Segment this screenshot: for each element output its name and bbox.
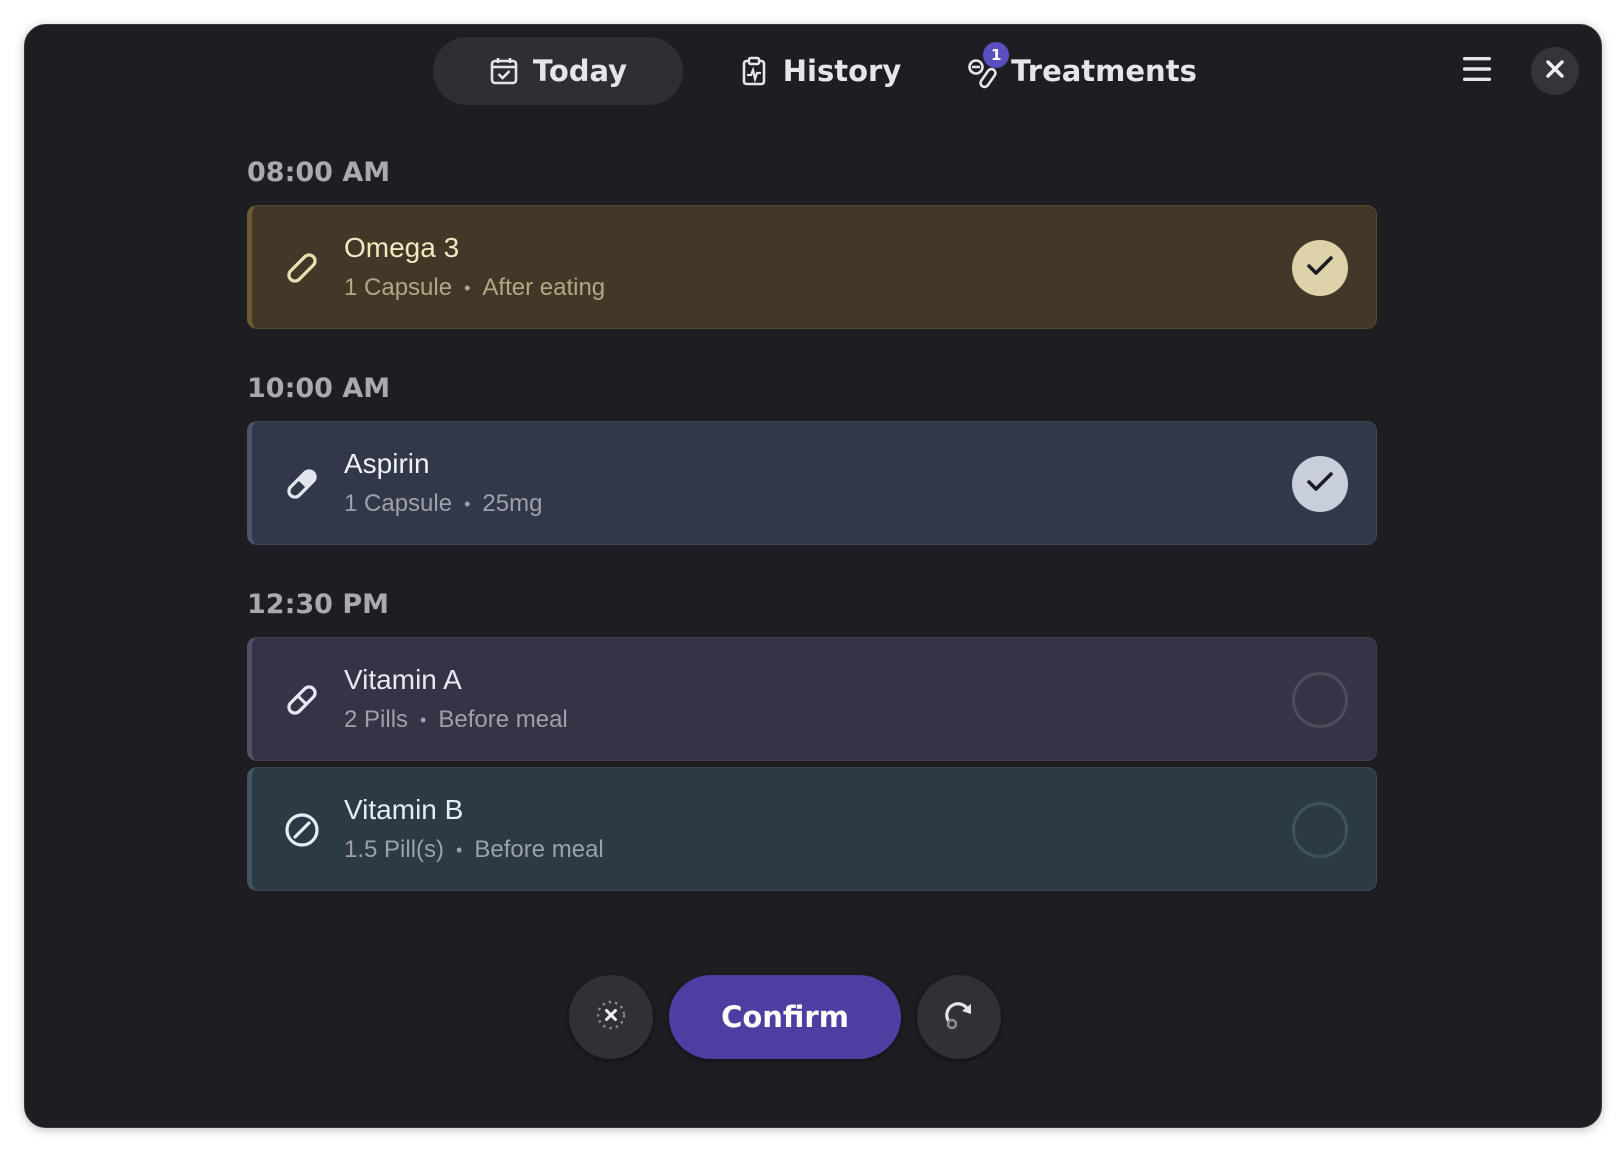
med-amount: 1 Capsule — [344, 274, 453, 301]
pills-icon: 1 — [967, 42, 1010, 89]
med-note: After eating — [482, 274, 606, 301]
calendar-check-icon — [489, 56, 519, 86]
med-name: Vitamin A — [344, 664, 462, 695]
taken-checkbox[interactable] — [1292, 802, 1348, 858]
skip-dose-icon — [594, 998, 628, 1036]
taken-checkbox[interactable] — [1292, 240, 1348, 296]
time-label: 10:00 AM — [247, 373, 391, 404]
taken-checkbox[interactable] — [1292, 456, 1348, 512]
checkmark-icon — [1306, 255, 1334, 281]
skip-button[interactable] — [569, 975, 653, 1059]
separator-dot: • — [464, 493, 471, 514]
tab-history-label: History — [782, 54, 902, 88]
tab-today-label: Today — [532, 54, 628, 88]
menu-button[interactable] — [1453, 47, 1501, 95]
med-card-aspirin[interactable]: Aspirin 1 Capsule • 25mg — [247, 421, 1377, 545]
med-amount: 1 Capsule — [344, 490, 453, 517]
close-icon — [1546, 60, 1564, 82]
med-details: 1 Capsule • After eating — [344, 274, 605, 302]
tab-treatments-label: Treatments — [1011, 54, 1197, 88]
med-note: Before meal — [474, 836, 604, 863]
separator-dot: • — [456, 839, 463, 860]
med-note: Before meal — [438, 706, 568, 733]
treatments-badge: 1 — [983, 42, 1010, 68]
med-card-omega-3[interactable]: Omega 3 1 Capsule • After eating — [247, 205, 1377, 329]
med-name: Vitamin B — [344, 794, 464, 825]
med-amount: 1.5 Pill(s) — [344, 836, 445, 863]
tab-history[interactable]: History — [715, 37, 925, 105]
tab-bar: Today History 1 Treatments — [25, 37, 1601, 105]
capsule-line-icon — [282, 680, 322, 720]
med-card-vitamin-b[interactable]: Vitamin B 1.5 Pill(s) • Before meal — [247, 767, 1377, 891]
time-label: 08:00 AM — [247, 157, 391, 188]
checkmark-icon — [1306, 471, 1334, 497]
taken-checkbox[interactable] — [1292, 672, 1348, 728]
snooze-later-icon — [942, 998, 976, 1036]
tablet-icon — [282, 810, 322, 850]
med-details: 1 Capsule • 25mg — [344, 490, 542, 518]
separator-dot: • — [420, 709, 427, 730]
snooze-button[interactable] — [917, 975, 1001, 1059]
tab-today[interactable]: Today — [433, 37, 683, 105]
med-name: Aspirin — [344, 448, 430, 479]
med-card-vitamin-a[interactable]: Vitamin A 2 Pills • Before meal — [247, 637, 1377, 761]
med-note: 25mg — [482, 490, 543, 517]
capsule-outline-icon — [282, 248, 322, 288]
med-details: 2 Pills • Before meal — [344, 706, 568, 734]
med-name: Omega 3 — [344, 232, 460, 263]
clipboard-chart-icon — [739, 56, 769, 86]
close-button[interactable] — [1531, 47, 1579, 95]
confirm-button[interactable]: Confirm — [669, 975, 901, 1059]
med-details: 1.5 Pill(s) • Before meal — [344, 836, 604, 864]
time-label: 12:30 PM — [247, 589, 390, 620]
med-amount: 2 Pills — [344, 706, 409, 733]
hamburger-menu-icon — [1462, 56, 1492, 86]
tab-treatments[interactable]: 1 Treatments — [957, 37, 1207, 105]
separator-dot: • — [464, 277, 471, 298]
app-window: Today History 1 Treatments 08:00 AM Omeg… — [24, 24, 1602, 1128]
capsule-half-icon — [282, 464, 322, 504]
